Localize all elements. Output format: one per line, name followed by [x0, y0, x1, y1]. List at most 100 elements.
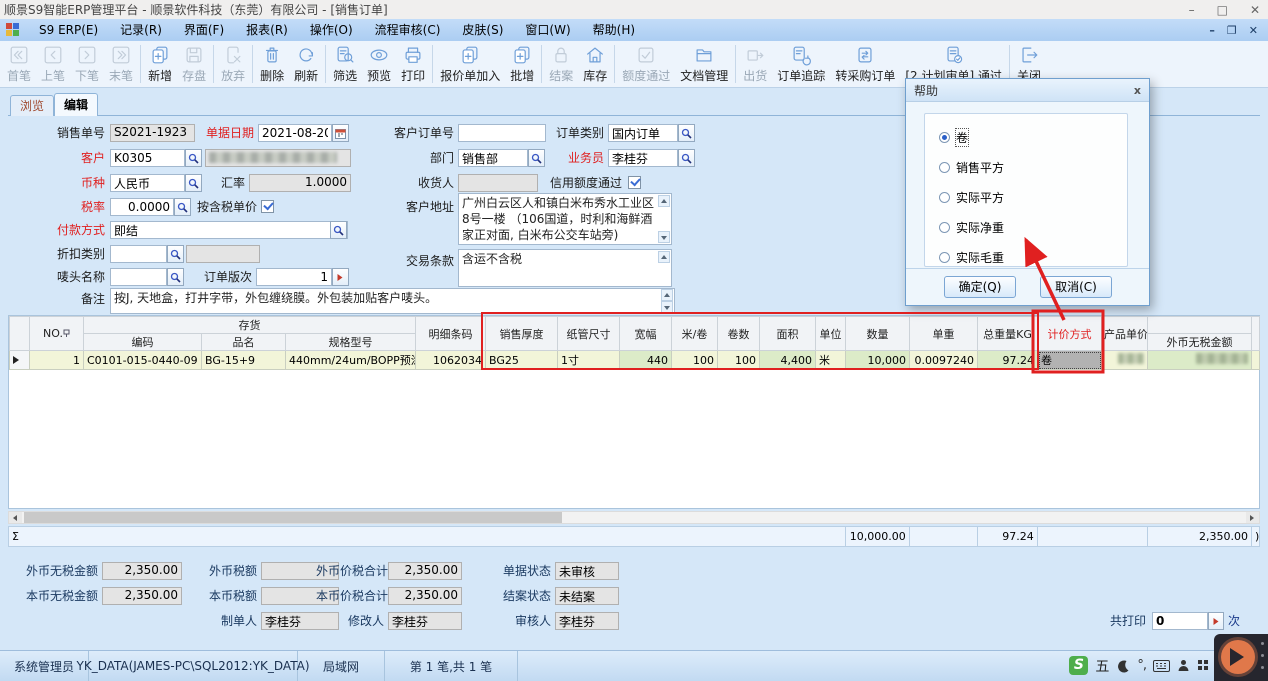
customer-order-no-input[interactable] — [458, 124, 546, 142]
close-case-button[interactable]: 结案 — [544, 42, 578, 86]
pricing-option-actual-sqm[interactable]: 实际平方 — [939, 190, 1004, 204]
calendar-button[interactable] — [332, 124, 349, 142]
mdi-minimize-icon[interactable]: – — [1209, 24, 1215, 37]
cell-no[interactable]: 1 — [30, 351, 84, 370]
order-version-input[interactable] — [256, 268, 332, 286]
scrollbar-thumb[interactable] — [24, 512, 562, 523]
salesman-input[interactable] — [608, 149, 678, 167]
add-from-quote-button[interactable]: 报价单加入 — [435, 42, 505, 86]
cell-tube-size[interactable]: 1寸 — [558, 351, 620, 370]
col-spec[interactable]: 规格型号 — [286, 334, 416, 351]
payment-lookup-button[interactable] — [330, 221, 347, 239]
col-qty[interactable]: 数量 — [846, 317, 910, 351]
credit-pass-checkbox[interactable] — [628, 176, 641, 189]
pricing-option-net-weight[interactable]: 实际净重 — [939, 220, 1004, 234]
credit-approve-button[interactable]: 额度通过 — [617, 42, 675, 86]
cell-qty[interactable]: 10,000 — [846, 351, 910, 370]
print-count-input[interactable] — [1152, 612, 1208, 630]
filter-button[interactable]: 筛选 — [328, 42, 362, 86]
order-category-input[interactable] — [608, 124, 678, 142]
cell-rolls[interactable]: 100 — [718, 351, 760, 370]
mark-lookup-button[interactable] — [167, 268, 184, 286]
col-thickness[interactable]: 销售厚度 — [486, 317, 558, 351]
remark-scroll-up-icon[interactable] — [661, 289, 673, 301]
col-pricing-method[interactable]: 计价方式 — [1038, 317, 1102, 351]
help-dialog-titlebar[interactable]: 帮助 x — [906, 79, 1149, 102]
trade-terms-field[interactable]: 含运不含税 — [458, 249, 672, 287]
next-record-button[interactable]: 下笔 — [70, 42, 104, 86]
pricing-option-gross-weight[interactable]: 实际毛重 — [939, 250, 1004, 264]
customer-address-field[interactable]: 广州白云区人和镇白米布秀水工业区8号一楼 （106国道，时利和海鲜酒家正对面, … — [458, 193, 672, 245]
inventory-button[interactable]: 库存 — [578, 42, 612, 86]
col-unit[interactable]: 单位 — [816, 317, 846, 351]
tax-rate-lookup-button[interactable] — [174, 198, 191, 216]
pricing-option-roll[interactable]: 卷 — [939, 130, 968, 144]
col-rolls[interactable]: 卷数 — [718, 317, 760, 351]
col-code[interactable]: 编码 — [84, 334, 202, 351]
cell-spec[interactable]: 440mm/24um/BOPP预涂... — [286, 351, 416, 370]
cell-width[interactable]: 440 — [620, 351, 672, 370]
department-lookup-button[interactable] — [528, 149, 545, 167]
cell-product-name[interactable]: BG-15+9 — [202, 351, 286, 370]
keyboard-icon[interactable] — [1153, 660, 1170, 672]
cell-pricing-method[interactable]: 卷 — [1038, 351, 1102, 370]
col-product-price[interactable]: 产品单价 — [1102, 317, 1148, 351]
sogou-icon[interactable]: S — [1069, 656, 1088, 675]
cell-unit-weight[interactable]: 0.0097240 — [910, 351, 978, 370]
new-button[interactable]: 新增 — [143, 42, 177, 86]
window-minimize-icon[interactable]: – — [1189, 3, 1195, 17]
first-record-button[interactable]: 首笔 — [2, 42, 36, 86]
cell-total-weight[interactable]: 97.24 — [978, 351, 1038, 370]
terms-scroll-up-icon[interactable] — [658, 251, 670, 263]
customer-lookup-button[interactable] — [185, 149, 202, 167]
menu-item-skin[interactable]: 皮肤(S) — [451, 19, 514, 41]
toolbox-grid-icon[interactable] — [1197, 659, 1210, 672]
customer-code-input[interactable] — [110, 149, 185, 167]
tax-included-checkbox[interactable] — [261, 200, 274, 213]
prev-record-button[interactable]: 上笔 — [36, 42, 70, 86]
print-button[interactable]: 打印 — [396, 42, 430, 86]
batch-add-button[interactable]: 批增 — [505, 42, 539, 86]
menu-item-workflow[interactable]: 流程审核(C) — [364, 19, 452, 41]
delete-button[interactable]: 删除 — [255, 42, 289, 86]
cell-unit[interactable]: 米 — [816, 351, 846, 370]
dialog-close-icon[interactable]: x — [1134, 84, 1141, 97]
ok-button[interactable]: 确定(Q) — [944, 276, 1016, 298]
col-no[interactable]: NO. — [30, 317, 84, 351]
discard-button[interactable]: 放弃 — [216, 42, 250, 86]
punctuation-icon[interactable]: °, — [1137, 658, 1146, 673]
cell-barcode[interactable]: 1062034 — [416, 351, 486, 370]
address-scroll-up-icon[interactable] — [658, 195, 670, 207]
col-barcode[interactable]: 明细条码 — [416, 317, 486, 351]
cell-meters-per-roll[interactable]: 100 — [672, 351, 718, 370]
address-scroll-down-icon[interactable] — [658, 231, 670, 243]
menu-item-s9erp[interactable]: S9 ERP(E) — [28, 19, 109, 41]
col-unit-weight[interactable]: 单重 — [910, 317, 978, 351]
menu-item-window[interactable]: 窗口(W) — [514, 19, 581, 41]
doc-date-input[interactable] — [258, 124, 332, 142]
print-count-spin-button[interactable] — [1208, 612, 1224, 630]
refresh-button[interactable]: 刷新 — [289, 42, 323, 86]
document-manage-button[interactable]: 文档管理 — [675, 42, 733, 86]
save-button[interactable]: 存盘 — [177, 42, 211, 86]
window-close-icon[interactable]: ✕ — [1250, 3, 1260, 17]
window-maximize-icon[interactable]: □ — [1217, 3, 1228, 17]
menu-item-operate[interactable]: 操作(O) — [299, 19, 364, 41]
order-version-spin-button[interactable] — [332, 268, 349, 286]
currency-lookup-button[interactable] — [185, 174, 202, 192]
col-foreign-amount[interactable]: 外币无税金额 — [1148, 334, 1252, 351]
tab-edit[interactable]: 编辑 — [54, 93, 98, 116]
menu-item-record[interactable]: 记录(R) — [109, 19, 173, 41]
pricing-option-sales-sqm[interactable]: 销售平方 — [939, 160, 1004, 174]
remark-field[interactable]: 按J, 天地盒，打井字带，外包缠绕膜。外包装加贴客户唛头。 — [110, 288, 675, 314]
grid-hscrollbar[interactable] — [8, 511, 1260, 524]
last-record-button[interactable]: 末笔 — [104, 42, 138, 86]
tab-browse[interactable]: 浏览 — [10, 95, 54, 116]
to-purchase-order-button[interactable]: 转采购订单 — [830, 42, 900, 86]
menu-item-ui[interactable]: 界面(F) — [173, 19, 235, 41]
menu-item-help[interactable]: 帮助(H) — [582, 19, 646, 41]
currency-input[interactable] — [110, 174, 185, 192]
mdi-restore-icon[interactable]: ❐ — [1227, 24, 1237, 37]
mark-name-input[interactable] — [110, 268, 167, 286]
col-product-name[interactable]: 品名 — [202, 334, 286, 351]
